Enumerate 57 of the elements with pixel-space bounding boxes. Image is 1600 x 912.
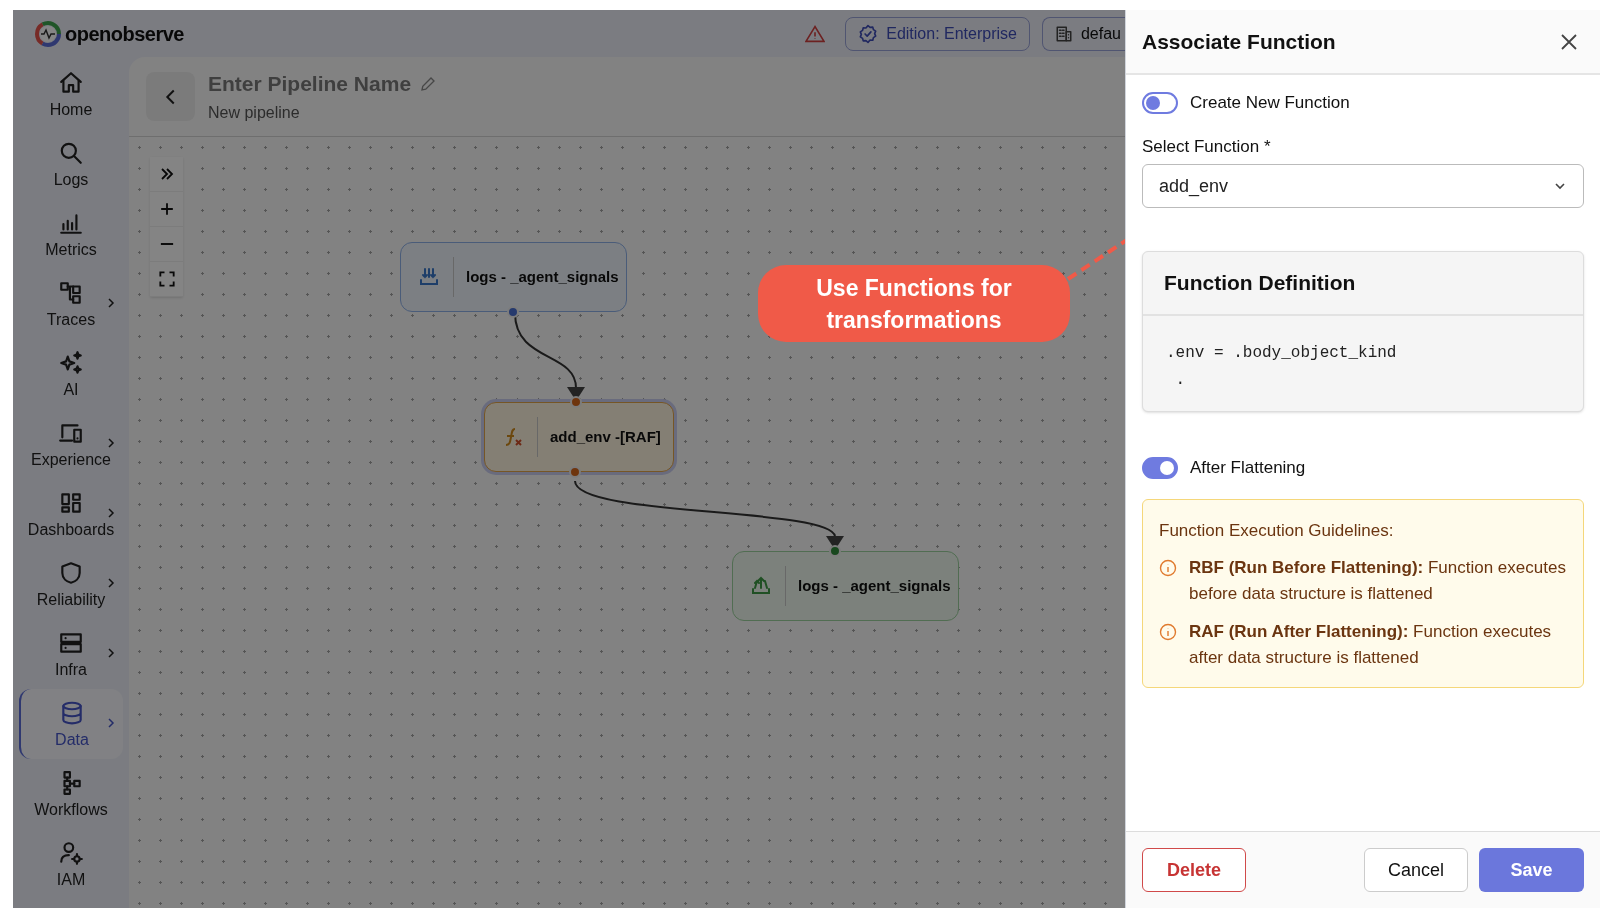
guideline-text: RAF (Run After Flattening): Function executes after data structure is flattened xyxy=(1189,621,1553,669)
sidebar-item[interactable]: Infra xyxy=(19,619,123,689)
sidebar-item[interactable]: Dashboards xyxy=(19,479,123,549)
code-line: .env = .body_object_kind xyxy=(1166,343,1398,364)
sidebar-item[interactable]: Reliability xyxy=(19,549,123,619)
fit-view-icon xyxy=(156,269,177,289)
warning-icon[interactable] xyxy=(805,24,826,43)
pipeline-node[interactable]: add_env -[RAF] xyxy=(484,402,674,472)
close-icon[interactable] xyxy=(1560,32,1578,51)
shield-icon xyxy=(58,560,84,586)
dashboard-icon xyxy=(58,490,84,516)
sidebar-item[interactable]: Workflows xyxy=(19,759,123,829)
pipeline-node[interactable]: logs - _agent_signals xyxy=(400,242,627,312)
sidebar-item[interactable]: Home xyxy=(19,59,123,129)
pipeline-node[interactable]: logs - _agent_signals xyxy=(732,551,959,621)
guidelines-title: Function Execution Guidelines: xyxy=(1159,519,1395,542)
node-label: logs - _agent_signals xyxy=(798,575,951,596)
sidebar-item[interactable]: Data xyxy=(19,689,123,759)
code-line: . xyxy=(1174,370,1187,391)
node-label: add_env -[RAF] xyxy=(550,426,661,447)
search-icon xyxy=(58,140,84,166)
pipeline-subtitle: New pipeline xyxy=(208,103,301,124)
toggle-label: After Flattening xyxy=(1190,457,1306,479)
sidebar-item[interactable]: AI xyxy=(19,339,123,409)
server-icon xyxy=(58,630,84,656)
card-title: Function Definition xyxy=(1164,270,1356,297)
toggle-label: Create New Function xyxy=(1190,92,1350,114)
field-label: Select Function * xyxy=(1142,135,1272,158)
building-icon xyxy=(1054,24,1073,43)
database-icon xyxy=(59,700,85,726)
zoom-out-icon xyxy=(159,242,174,246)
cancel-button[interactable]: Cancel xyxy=(1364,848,1468,892)
function-select[interactable]: add_env xyxy=(1142,164,1584,208)
sparkles-icon xyxy=(58,350,84,376)
edition-badge[interactable]: Edition: Enterprise xyxy=(845,16,1030,51)
toggle-switch[interactable] xyxy=(1142,456,1178,479)
sidebar-item[interactable]: Traces xyxy=(19,269,123,339)
home-icon xyxy=(58,70,84,96)
info-icon xyxy=(1159,559,1177,577)
logo-icon xyxy=(35,20,61,47)
verified-badge-icon xyxy=(858,23,879,44)
save-button[interactable]: Save xyxy=(1479,848,1584,892)
user-gear-icon xyxy=(58,840,84,866)
hierarchy-icon xyxy=(58,280,84,306)
delete-button[interactable]: Delete xyxy=(1142,848,1246,892)
guideline-text: RBF (Run Before Flattening): Function executes before data structure is flattened xyxy=(1189,557,1567,605)
brand-name: openobserve xyxy=(65,21,184,47)
panel-title: Associate Function xyxy=(1142,28,1336,55)
info-icon xyxy=(1159,623,1177,641)
node-label: logs - _agent_signals xyxy=(466,266,619,287)
toggle-switch[interactable] xyxy=(1142,91,1178,114)
sidebar-item[interactable]: IAM xyxy=(19,829,123,899)
callout: Use Functions for transformations xyxy=(758,265,1070,342)
sidebar-item[interactable]: Experience xyxy=(19,409,123,479)
sidebar-item[interactable]: Logs xyxy=(19,129,123,199)
pipeline-name-field[interactable]: Enter Pipeline Name xyxy=(208,67,412,100)
sidebar-item[interactable]: Metrics xyxy=(19,199,123,269)
